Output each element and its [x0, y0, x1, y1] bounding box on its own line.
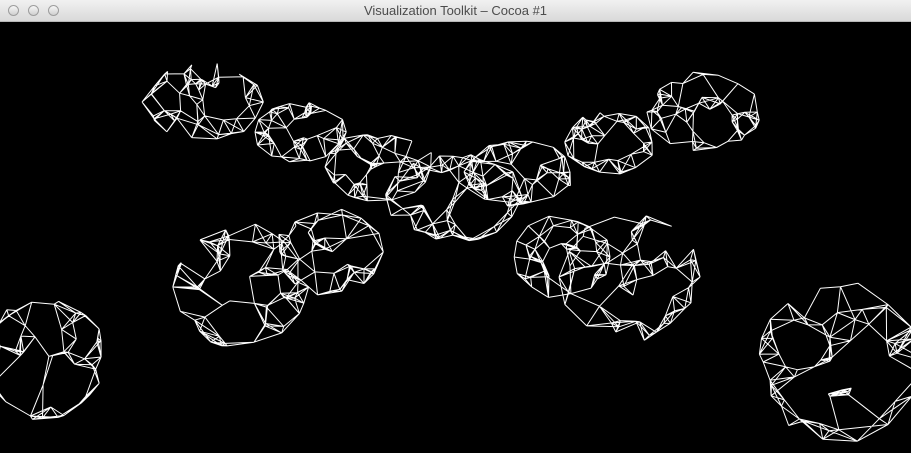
mesh-patch: [558, 215, 701, 341]
mesh-patch: [513, 215, 611, 298]
mesh-patch: [646, 71, 760, 151]
window-title: Visualization Toolkit – Cocoa #1: [363, 3, 548, 18]
wireframe-mesh-render[interactable]: [0, 22, 911, 453]
window-titlebar[interactable]: Visualization Toolkit – Cocoa #1: [0, 0, 911, 22]
mesh-patch: [564, 112, 653, 175]
wireframe-mesh: [0, 63, 911, 442]
mesh-patch: [758, 282, 911, 442]
mesh-patch: [141, 63, 264, 140]
mesh-patch: [0, 300, 102, 420]
render-viewport[interactable]: [0, 22, 911, 453]
mesh-patch: [385, 154, 523, 242]
app-window: Visualization Toolkit – Cocoa #1: [0, 0, 911, 453]
mesh-patch: [278, 208, 384, 296]
